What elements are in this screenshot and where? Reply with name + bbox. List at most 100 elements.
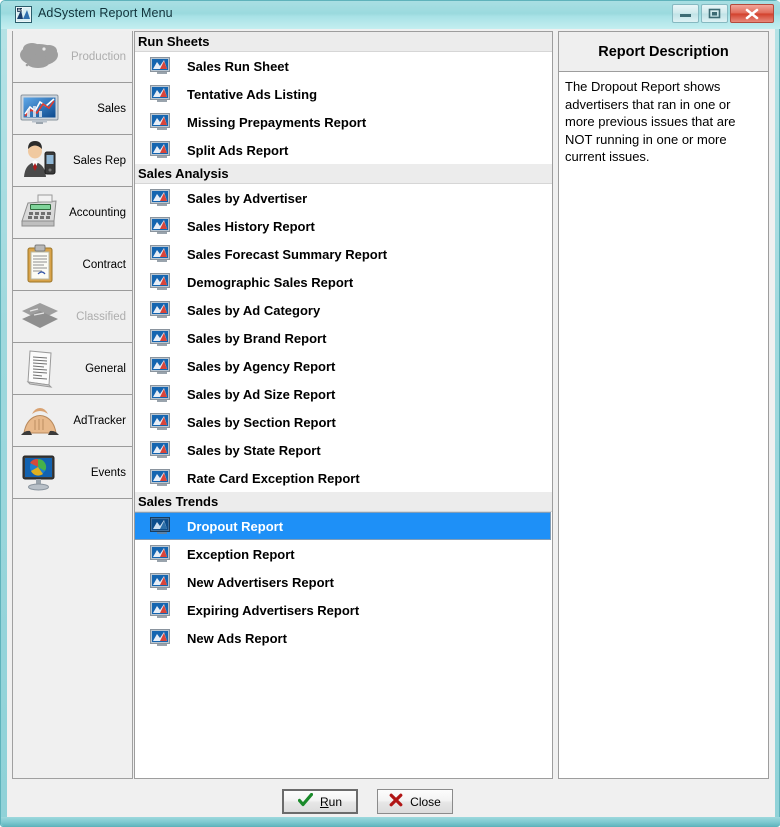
sidebar-item-classified[interactable]: Classified [13,291,132,343]
report-list-item[interactable]: New Ads Report [135,624,552,652]
application-window: Ad AdSystem Report Menu Production Sales… [0,0,780,827]
report-description-title: Report Description [598,43,729,60]
report-item-label: Expiring Advertisers Report [187,602,360,618]
sidebar-item-contract[interactable]: Contract [13,239,132,291]
report-list[interactable]: Run Sheets Sales Run Sheet Tentative Ads… [134,31,553,779]
report-icon [150,301,172,319]
sidebar-item-label: Events [90,466,126,479]
general-document-icon [18,347,62,391]
report-list-item[interactable]: Sales Run Sheet [135,52,552,80]
sidebar-item-sales[interactable]: Sales [13,83,132,135]
report-item-label: Split Ads Report [187,142,289,158]
report-item-label: Sales by State Report [187,442,321,458]
report-icon [150,273,172,291]
sidebar-item-sales-rep[interactable]: Sales Rep [13,135,132,187]
report-icon [150,189,172,207]
report-description-header: Report Description [558,31,769,72]
sidebar-item-label: Sales [97,102,126,115]
close-button[interactable] [730,4,774,23]
report-list-item-selected[interactable]: Dropout Report [135,512,551,540]
minimize-button[interactable] [672,4,699,23]
report-item-label: Sales by Section Report [187,414,336,430]
sidebar-item-label: Accounting [69,206,126,219]
report-group-header: Sales Analysis [135,164,552,184]
dialog-client-area: Production Sales Sales Rep Accounting Co… [7,29,775,819]
close-dialog-button[interactable]: Close [377,789,453,814]
report-list-item[interactable]: Demographic Sales Report [135,268,552,296]
window-bottom-edge [1,817,780,826]
contract-clipboard-icon [18,243,62,287]
report-list-item[interactable]: Expiring Advertisers Report [135,596,552,624]
red-x-icon [389,793,403,810]
report-icon [150,413,172,431]
accounting-calculator-icon [18,191,62,235]
report-item-label: Tentative Ads Listing [187,86,318,102]
report-item-label: New Ads Report [187,630,287,646]
dialog-button-bar: Run Close [7,781,775,819]
sidebar-item-label: General [85,362,126,375]
production-icon [18,35,62,79]
report-list-item[interactable]: Sales by Ad Size Report [135,380,552,408]
run-button-label: Run [320,795,342,809]
report-list-item[interactable]: Sales by Section Report [135,408,552,436]
sidebar-item-label: Sales Rep [72,154,126,167]
run-button[interactable]: Run [282,789,358,814]
report-icon [150,57,172,75]
sales-rep-icon [18,139,62,183]
report-item-label: Sales Run Sheet [187,58,289,74]
maximize-button[interactable] [701,4,728,23]
report-icon [150,245,172,263]
report-item-label: Exception Report [187,546,295,562]
report-icon [150,113,172,131]
report-item-label: Sales by Ad Size Report [187,386,336,402]
report-list-item[interactable]: Sales by Advertiser [135,184,552,212]
report-icon [150,357,172,375]
sidebar-item-events[interactable]: Events [13,447,132,499]
green-check-icon [297,792,314,810]
report-item-label: Dropout Report [187,518,284,534]
report-icon [150,441,172,459]
sidebar-item-adtracker[interactable]: AdTracker [13,395,132,447]
report-icon [150,545,172,563]
report-item-label: Sales Forecast Summary Report [187,246,388,262]
sidebar-item-production[interactable]: Production [13,31,132,83]
sidebar-item-label: AdTracker [73,414,126,427]
report-list-item[interactable]: Sales by Ad Category [135,296,552,324]
sidebar-item-label: Production [71,50,126,63]
report-list-item[interactable]: Sales Forecast Summary Report [135,240,552,268]
report-group-header: Run Sheets [135,32,552,52]
report-list-item[interactable]: Sales by State Report [135,436,552,464]
report-list-item[interactable]: Rate Card Exception Report [135,464,552,492]
report-item-label: Sales by Agency Report [187,358,336,374]
close-button-label: Close [410,794,441,809]
sidebar-item-label: Contract [82,258,126,271]
sales-chart-icon [18,87,62,131]
report-icon [150,573,172,591]
sidebar-item-accounting[interactable]: Accounting [13,187,132,239]
report-item-label: New Advertisers Report [187,574,334,590]
sidebar-item-general[interactable]: General [13,343,132,395]
report-description-text: The Dropout Report shows advertisers tha… [565,79,740,164]
report-icon [150,517,172,535]
report-list-item[interactable]: Sales by Brand Report [135,324,552,352]
report-description-panel: Report Description The Dropout Report sh… [558,31,769,779]
report-item-label: Rate Card Exception Report [187,470,360,486]
report-list-item[interactable]: Exception Report [135,540,552,568]
module-sidebar: Production Sales Sales Rep Accounting Co… [12,31,133,779]
classified-papers-icon [18,295,62,339]
report-list-item[interactable]: Split Ads Report [135,136,552,164]
run-accel-letter: R [319,794,329,809]
events-globe-monitor-icon [18,451,62,495]
svg-text:Ad: Ad [17,8,23,13]
report-list-item[interactable]: Tentative Ads Listing [135,80,552,108]
title-bar[interactable]: Ad AdSystem Report Menu [1,1,780,29]
report-list-item[interactable]: Sales by Agency Report [135,352,552,380]
report-item-label: Sales by Brand Report [187,330,327,346]
run-label-rest: un [328,794,343,809]
report-list-item[interactable]: Missing Prepayments Report [135,108,552,136]
adtracker-handshake-icon [18,399,62,443]
report-group-header: Sales Trends [135,492,552,512]
report-icon [150,469,172,487]
report-list-item[interactable]: Sales History Report [135,212,552,240]
report-list-item[interactable]: New Advertisers Report [135,568,552,596]
